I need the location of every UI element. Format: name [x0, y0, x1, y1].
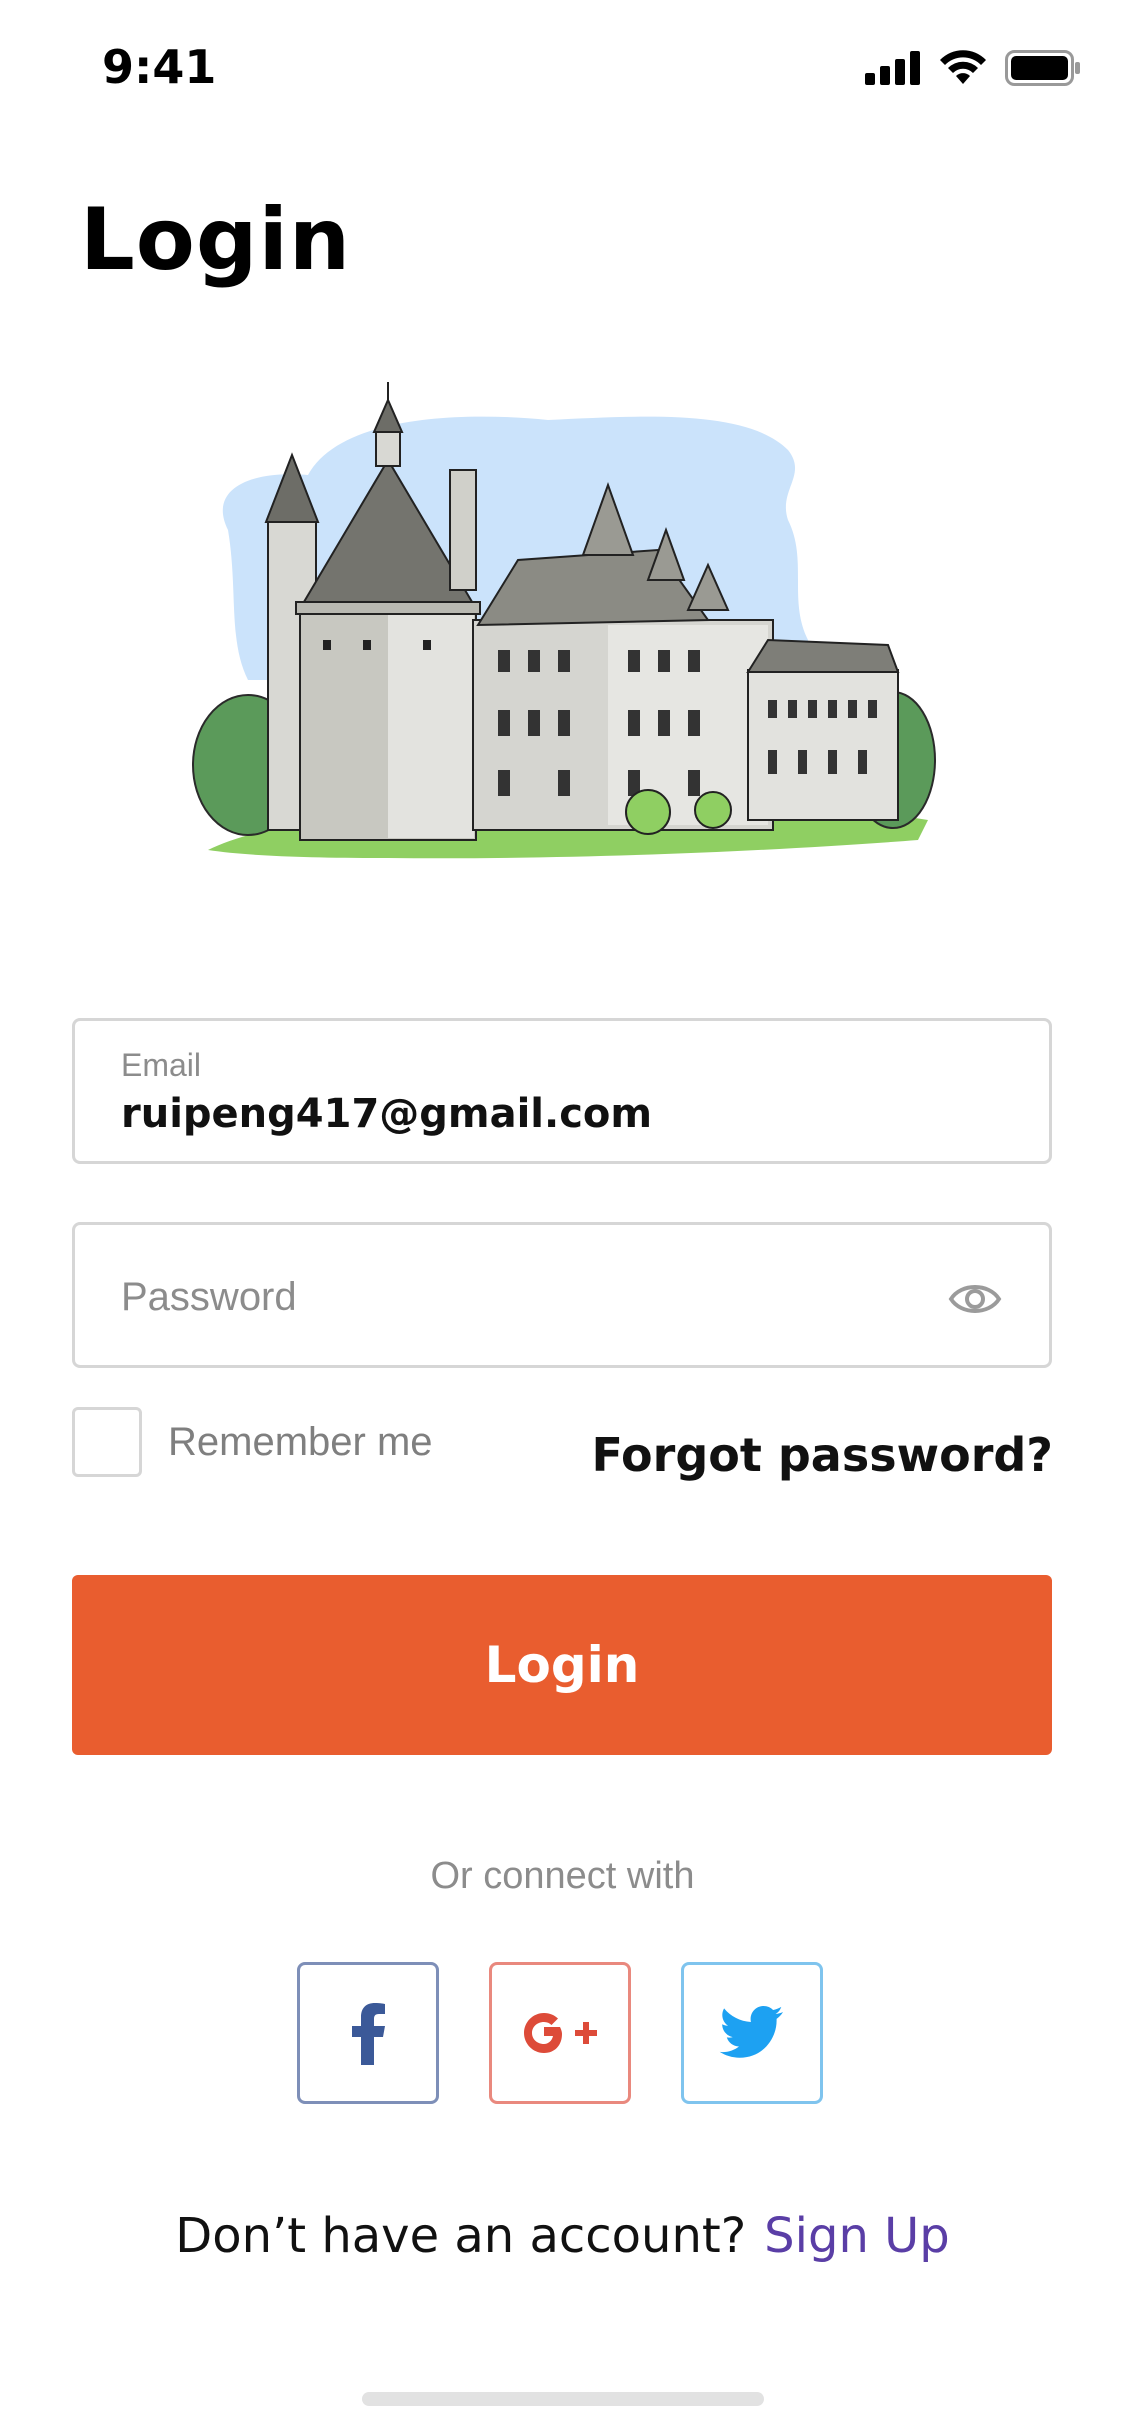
- facebook-icon: [352, 2003, 385, 2065]
- email-input[interactable]: ruipeng417@gmail.com: [121, 1091, 652, 1137]
- home-indicator[interactable]: [362, 2392, 764, 2406]
- password-field[interactable]: Password: [72, 1222, 1052, 1368]
- status-icons: [865, 50, 1081, 86]
- eye-icon[interactable]: [947, 1271, 1003, 1327]
- signal-icon: [865, 51, 920, 85]
- signup-prompt: Don’t have an account?: [175, 2208, 747, 2264]
- page-title: Login: [80, 190, 352, 290]
- battery-icon: [1005, 50, 1080, 86]
- signup-link[interactable]: Sign Up: [764, 2208, 950, 2264]
- google-plus-icon: [524, 2013, 597, 2053]
- email-label: Email: [121, 1047, 202, 1083]
- twitter-icon: [719, 2006, 783, 2058]
- facebook-button[interactable]: [297, 1962, 439, 2104]
- login-button[interactable]: Login: [72, 1575, 1052, 1755]
- signup-row: Don’t have an account? Sign Up: [0, 2208, 1125, 2264]
- twitter-button[interactable]: [681, 1962, 823, 2104]
- google-plus-button[interactable]: [489, 1962, 631, 2104]
- status-time: 9:41: [102, 40, 217, 94]
- password-input[interactable]: Password: [121, 1275, 297, 1320]
- castle-illustration: [192, 382, 936, 859]
- remember-me-checkbox[interactable]: [72, 1407, 142, 1477]
- forgot-password-link[interactable]: Forgot password?: [591, 1428, 1053, 1482]
- remember-me-label: Remember me: [168, 1420, 433, 1464]
- or-connect-caption: Or connect with: [430, 1855, 695, 1897]
- wifi-icon: [940, 50, 986, 84]
- email-field[interactable]: Email ruipeng417@gmail.com: [72, 1018, 1052, 1164]
